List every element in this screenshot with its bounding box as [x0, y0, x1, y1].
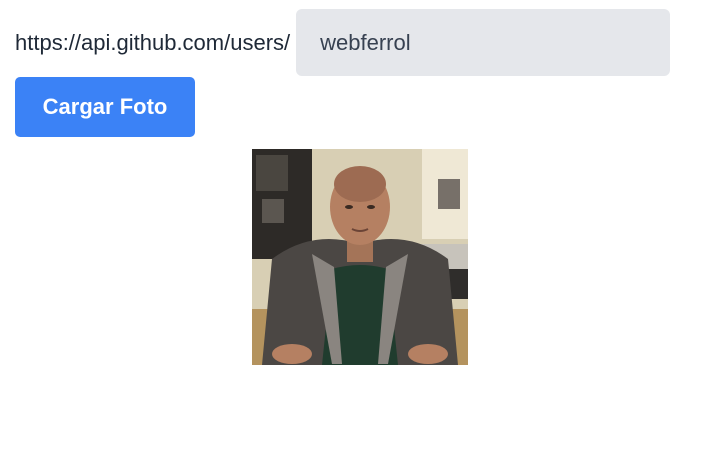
user-avatar-photo-icon [252, 149, 468, 365]
user-url-row: https://api.github.com/users/ [15, 9, 671, 76]
load-photo-button[interactable]: Cargar Foto [15, 77, 195, 137]
avatar [252, 149, 468, 365]
page: https://api.github.com/users/ Cargar Fot… [0, 0, 727, 455]
api-url-prefix: https://api.github.com/users/ [15, 29, 291, 55]
username-input[interactable] [296, 9, 671, 76]
